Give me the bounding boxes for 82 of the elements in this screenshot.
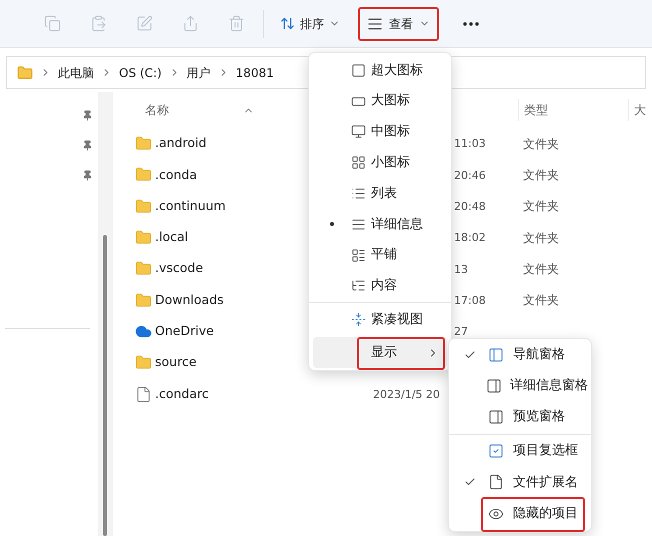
pin-icon (82, 110, 93, 120)
show-menu-option[interactable]: 隐藏的项目 (452, 498, 588, 530)
panel-left-icon (488, 346, 504, 363)
grid-icon (351, 155, 366, 170)
copy-icon (44, 15, 60, 32)
date-cell: 20:48 (454, 200, 486, 213)
breadcrumb-item[interactable]: 18081 (236, 64, 274, 82)
folder-icon (17, 64, 33, 80)
type-cell: 文件夹 (523, 168, 559, 182)
square-icon (351, 62, 366, 78)
view-button[interactable]: 查看 (358, 6, 439, 40)
panel-right-icon (486, 378, 502, 394)
trash-icon (228, 15, 244, 32)
folder-icon (135, 229, 152, 246)
file-name[interactable]: .android (155, 134, 206, 154)
type-cell: 文件夹 (523, 293, 559, 308)
view-menu-item[interactable]: 列表 (313, 178, 447, 209)
file-icon (488, 474, 504, 490)
pin-icon (82, 140, 93, 150)
folder-icon (135, 166, 152, 184)
date-cell: 13 (454, 262, 468, 276)
view-menu-item[interactable]: 平铺 (313, 240, 447, 271)
breadcrumb-item[interactable]: 此电脑 (58, 64, 94, 82)
sort-arrows-icon (280, 16, 295, 31)
tiles-icon (351, 248, 366, 263)
folder-icon (135, 135, 152, 152)
share-icon (182, 15, 198, 32)
show-menu-option[interactable]: 预览窗格 (452, 401, 588, 433)
date-cell: 11:03 (454, 137, 486, 150)
view-menu-item[interactable]: 超大图标 (313, 55, 447, 86)
folder-icon (135, 260, 152, 278)
file-name[interactable]: .local (155, 228, 188, 247)
file-name[interactable]: Downloads (155, 290, 224, 310)
type-cell: 文件夹 (523, 262, 559, 276)
pin-icon (82, 170, 93, 180)
column-header[interactable]: 类型 (524, 101, 548, 119)
file-name[interactable]: .condarc (155, 384, 209, 404)
lines-icon (351, 216, 366, 232)
view-menu-item[interactable]: 小图标 (313, 147, 447, 178)
view-menu-item[interactable]: 大图标 (313, 86, 447, 117)
column-header[interactable]: 大 (634, 101, 646, 119)
file-name[interactable]: OneDrive (155, 322, 214, 341)
clipboard-icon (90, 15, 106, 32)
date-cell: 18:02 (454, 231, 486, 244)
monitor-icon (351, 124, 366, 140)
show-menu-option[interactable]: 文件扩展名 (452, 466, 588, 498)
show-menu-option[interactable]: 详细信息窗格 (452, 370, 588, 402)
compact-icon (351, 312, 366, 328)
breadcrumb-item[interactable]: OS (C:) (119, 64, 162, 82)
date-cell: 2023/1/5 20 (373, 388, 440, 401)
more-icon[interactable] (463, 22, 479, 26)
check-icon (464, 348, 476, 361)
pen-icon (136, 15, 152, 32)
view-menu-item[interactable]: 内容 (313, 270, 447, 302)
file-icon (135, 386, 152, 403)
type-cell: 文件夹 (523, 199, 559, 214)
show-menu-item[interactable]: 显示 (313, 337, 447, 368)
view-menu-item[interactable]: 中图标 (313, 116, 447, 148)
folder-icon (135, 292, 152, 309)
view-menu-item[interactable]: 紧凑视图 (313, 304, 447, 336)
file-name[interactable]: .continuum (155, 196, 226, 216)
breadcrumb-item[interactable]: 用户 (186, 64, 211, 82)
column-header[interactable]: 名称 (145, 101, 243, 119)
folder-icon (135, 198, 152, 215)
view-menu-item[interactable]: 详细信息 (313, 208, 447, 240)
type-cell: 文件夹 (523, 136, 559, 151)
date-cell: 27 (454, 325, 468, 338)
file-name[interactable]: .conda (155, 166, 198, 184)
folder-icon (135, 354, 152, 372)
panel-right-icon (488, 408, 504, 425)
file-name[interactable]: source (155, 353, 197, 372)
show-menu-option[interactable]: 导航窗格 (452, 339, 588, 370)
checkbox-icon (488, 443, 504, 460)
show-menu-option[interactable]: 项目复选框 (452, 436, 588, 467)
file-name[interactable]: .vscode (155, 259, 204, 278)
date-cell: 20:46 (454, 168, 486, 182)
lines-icon (367, 16, 383, 32)
content-list-icon (351, 278, 366, 294)
sort-button[interactable]: 排序 (274, 8, 346, 40)
scrollbar[interactable] (103, 235, 107, 536)
date-cell: 17:08 (454, 294, 486, 307)
type-cell: 文件夹 (523, 230, 559, 245)
